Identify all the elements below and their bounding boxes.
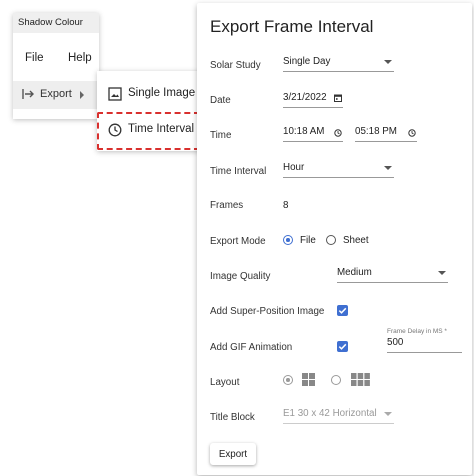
menu-file[interactable]: File	[25, 52, 44, 64]
title-block-label: Title Block	[210, 412, 255, 423]
frames-label: Frames	[210, 200, 244, 211]
title-block-select[interactable]: E1 30 x 42 Horizontal	[283, 408, 394, 424]
image-quality-label: Image Quality	[210, 271, 271, 282]
dropdown-caret-icon	[384, 60, 392, 64]
app-window: Shadow Colour File Help Export	[13, 13, 99, 119]
image-icon	[108, 87, 122, 101]
solar-study-select[interactable]: Single Day	[283, 56, 394, 72]
solar-study-value: Single Day	[283, 56, 331, 67]
start-time-value: 10:18 AM	[283, 126, 325, 137]
super-position-checkbox[interactable]	[337, 305, 348, 316]
gif-label: Add GIF Animation	[210, 342, 293, 353]
export-mode-sheet-radio[interactable]	[326, 235, 336, 245]
clock-icon[interactable]	[408, 129, 416, 140]
submenu-item-label: Single Image	[128, 87, 196, 99]
dropdown-caret-icon	[384, 412, 392, 416]
layout-option-1-radio[interactable]	[283, 375, 293, 385]
export-dialog: Export Frame Interval Solar Study Single…	[197, 3, 472, 475]
highlight-box	[97, 112, 200, 150]
menu-bar: File Help	[13, 45, 99, 73]
export-mode-label: Export Mode	[210, 236, 266, 247]
grid-2x2-icon	[302, 373, 315, 391]
submenu-item-single-image[interactable]: Single Image	[97, 79, 200, 109]
export-arrow-icon	[22, 88, 35, 103]
frame-delay-label: Frame Delay in MS *	[387, 328, 447, 335]
start-time-input[interactable]: 10:18 AM	[283, 126, 343, 142]
gif-checkbox[interactable]	[337, 341, 348, 352]
clock-icon[interactable]	[334, 129, 342, 140]
date-label: Date	[210, 95, 231, 106]
frame-delay-value: 500	[387, 337, 404, 348]
submenu-chevron-icon	[80, 91, 84, 99]
calendar-icon[interactable]	[334, 94, 342, 105]
image-quality-select[interactable]: Medium	[337, 267, 448, 283]
super-position-label: Add Super-Position Image	[210, 306, 325, 317]
app-title: Shadow Colour	[13, 13, 99, 33]
dialog-title: Export Frame Interval	[210, 17, 374, 36]
export-mode-file-label: File	[300, 235, 316, 246]
date-input[interactable]: 3/21/2022	[283, 92, 343, 108]
time-interval-label: Time Interval	[210, 166, 267, 177]
export-button[interactable]: Export	[210, 443, 256, 465]
title-block-value: E1 30 x 42 Horizontal	[283, 408, 377, 419]
end-time-value: 05:18 PM	[355, 126, 397, 137]
time-label: Time	[210, 130, 232, 141]
end-time-input[interactable]: 05:18 PM	[355, 126, 417, 142]
solar-study-label: Solar Study	[210, 60, 261, 71]
layout-option-2-radio[interactable]	[331, 375, 341, 385]
dropdown-caret-icon	[384, 166, 392, 170]
layout-label: Layout	[210, 377, 240, 388]
menu-help[interactable]: Help	[68, 52, 92, 64]
image-quality-value: Medium	[337, 267, 372, 278]
dropdown-caret-icon	[438, 271, 446, 275]
frames-value: 8	[283, 200, 289, 211]
time-interval-value: Hour	[283, 162, 305, 173]
time-interval-select[interactable]: Hour	[283, 162, 394, 178]
date-value: 3/21/2022	[283, 92, 327, 103]
export-mode-sheet-label: Sheet	[343, 235, 369, 246]
export-label: Export	[40, 88, 72, 100]
menu-item-export[interactable]: Export	[13, 81, 99, 109]
grid-3x2-icon	[351, 373, 370, 391]
export-mode-file-radio[interactable]	[283, 235, 293, 245]
frame-delay-input[interactable]: 500	[387, 337, 462, 353]
